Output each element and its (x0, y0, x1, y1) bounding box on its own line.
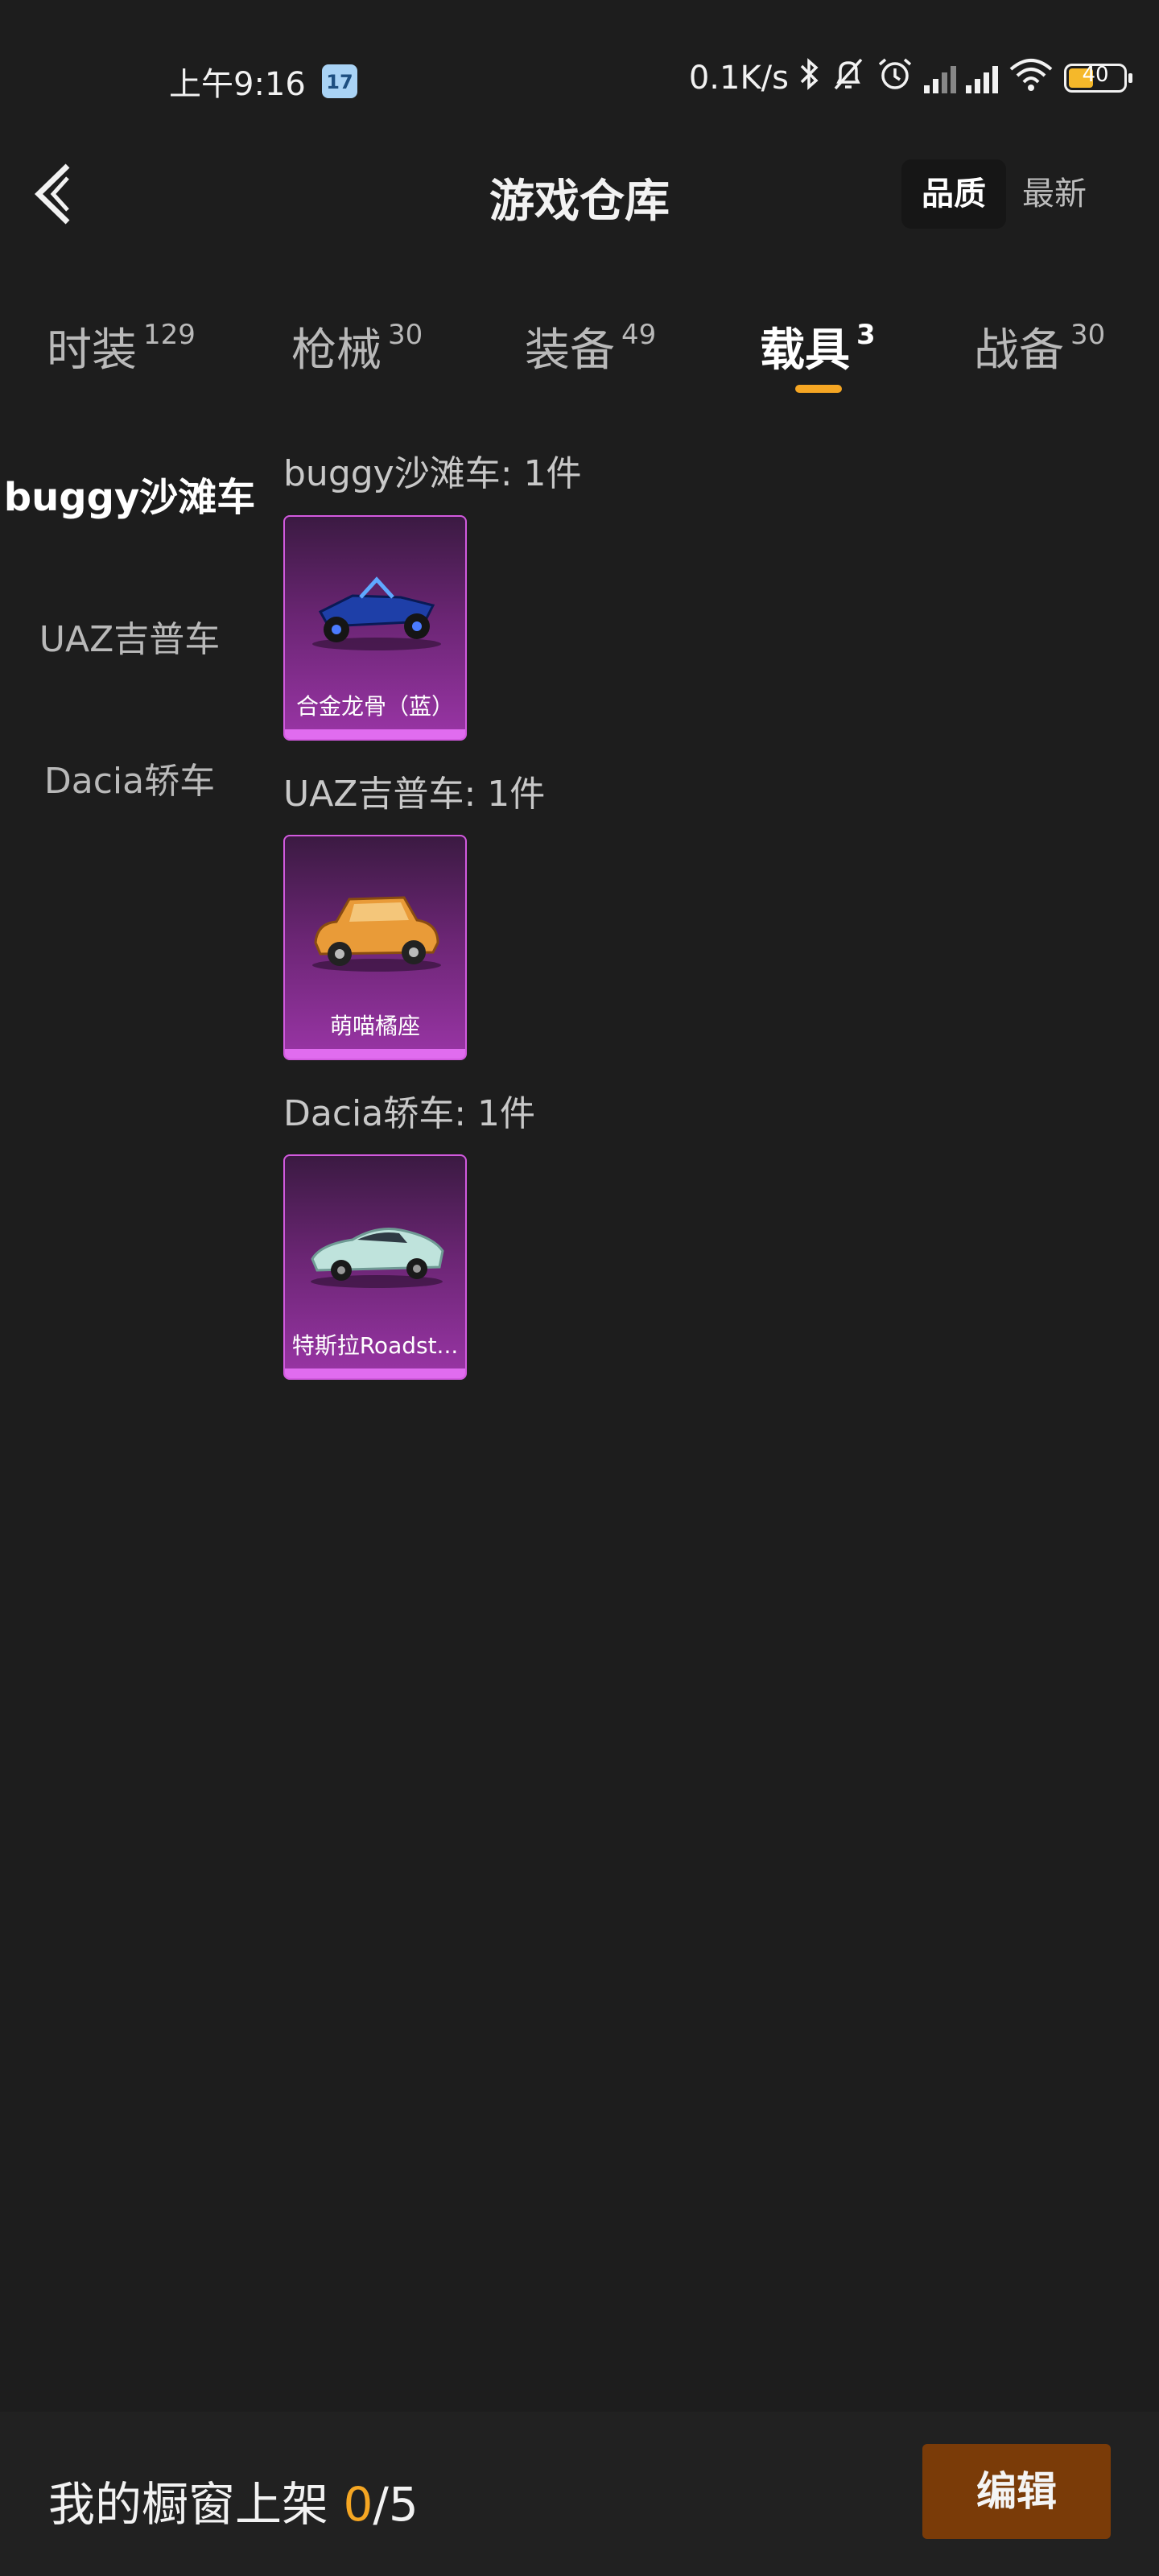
tab-label: 装备 (525, 324, 615, 377)
sidebar-item-dacia[interactable]: Dacia轿车 (0, 752, 259, 803)
status-time: 上午9:16 (169, 66, 306, 103)
hd-signal-icon (924, 63, 956, 93)
sort-quality-button[interactable]: 品质 (901, 159, 1006, 229)
showcase-label: 我的橱窗上架 (48, 2477, 329, 2532)
tab-label: 战备 (974, 324, 1064, 377)
wifi-icon (1008, 56, 1054, 100)
rarity-bar (285, 1049, 465, 1059)
tab-label: 枪械 (291, 324, 382, 377)
showcase-total: /5 (373, 2477, 419, 2532)
battery-level: 40 (1082, 63, 1109, 87)
sort-toggle: 品质 最新 (901, 159, 1119, 229)
net-speed: 0.1K/s (688, 60, 789, 97)
active-tab-indicator (795, 385, 842, 393)
showcase-used-count: 0 (343, 2477, 373, 2532)
alarm-icon (876, 56, 914, 100)
tab-guns[interactable]: 枪械 30 (291, 314, 423, 379)
item-card[interactable]: 合金龙骨（蓝） (283, 515, 467, 741)
tab-label: 载具 (760, 324, 850, 377)
edit-button[interactable]: 编辑 (922, 2444, 1111, 2539)
tab-equipment[interactable]: 装备 49 (525, 314, 656, 379)
mute-icon (831, 56, 866, 100)
tab-supplies[interactable]: 战备 30 (974, 314, 1105, 379)
item-name: 特斯拉Roadst... (291, 1332, 459, 1359)
item-name: 合金龙骨（蓝） (295, 693, 454, 720)
battery-icon: 40 (1064, 63, 1132, 93)
tab-count: 3 (856, 319, 876, 351)
item-card[interactable]: 特斯拉Roadst... (283, 1154, 467, 1380)
group-title-buggy: buggy沙滩车: 1件 (283, 453, 582, 494)
rarity-bar (285, 729, 465, 739)
tab-label: 时装 (47, 324, 137, 377)
jeep-image (312, 896, 441, 972)
showcase-status: 我的橱窗上架 0/5 (48, 2467, 419, 2534)
tab-fashion[interactable]: 时装 129 (47, 314, 196, 379)
tab-count: 30 (1070, 319, 1106, 351)
calendar-icon: 17 (322, 64, 357, 98)
tab-vehicles[interactable]: 载具 3 (760, 314, 876, 379)
signal-icon (966, 63, 998, 93)
tab-count: 129 (143, 319, 196, 351)
item-card[interactable]: 萌喵橘座 (283, 835, 467, 1060)
tab-count: 49 (621, 319, 657, 351)
bluetooth-icon (798, 56, 821, 100)
sidebar-item-buggy[interactable]: buggy沙滩车 (0, 465, 259, 522)
group-title-uaz: UAZ吉普车: 1件 (283, 774, 546, 815)
status-icons: 0.1K/s 40 (688, 56, 1132, 100)
item-name: 萌喵橘座 (329, 1013, 420, 1039)
sedan-image (311, 1228, 444, 1288)
sort-latest-button[interactable]: 最新 (1022, 159, 1087, 229)
sidebar-item-uaz[interactable]: UAZ吉普车 (0, 610, 259, 662)
rarity-bar (285, 1368, 465, 1378)
group-title-dacia: Dacia轿车: 1件 (283, 1093, 536, 1134)
tab-count: 30 (388, 319, 423, 351)
buggy-image (312, 576, 441, 650)
